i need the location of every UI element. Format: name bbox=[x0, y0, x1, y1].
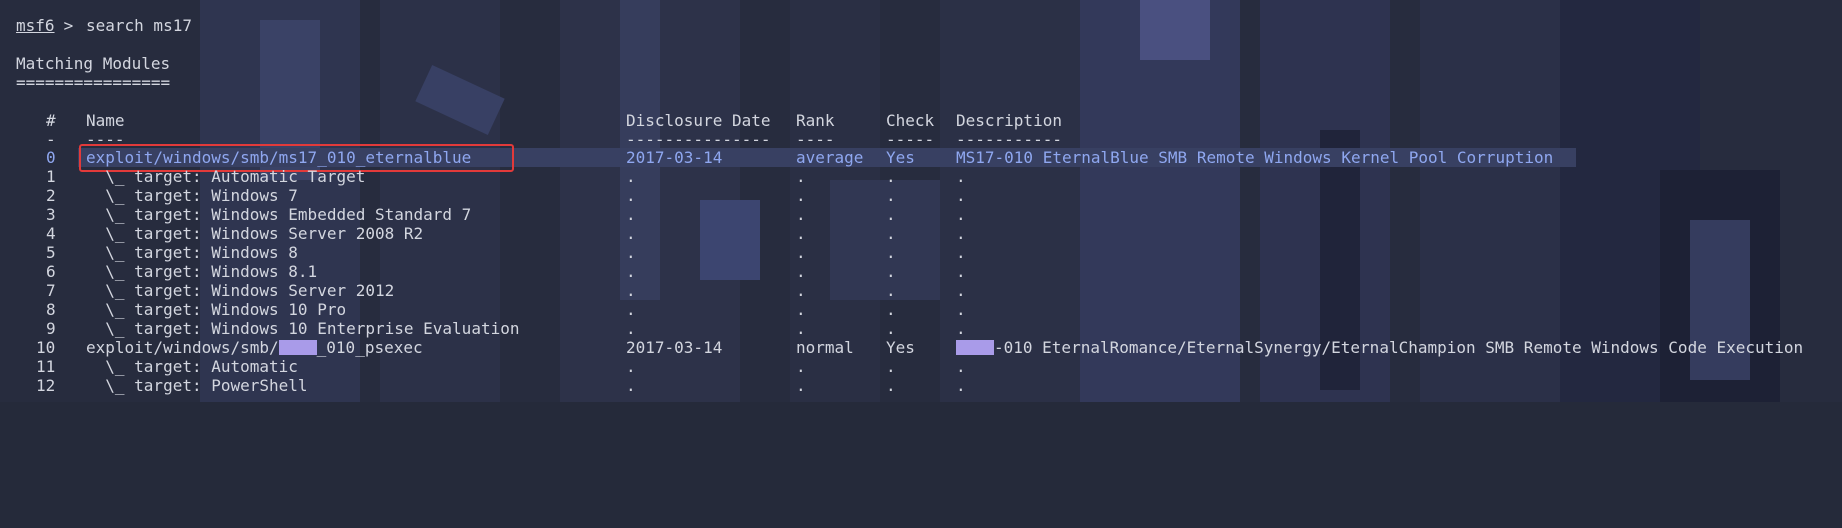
table-header: # Name Disclosure Date Rank Check Descri… bbox=[0, 111, 1062, 130]
header-check: Check bbox=[886, 111, 935, 130]
table-row[interactable]: 8 \_ target: Windows 10 Pro . . . . bbox=[0, 300, 966, 319]
table-row[interactable]: 12 \_ target: PowerShell . . . . bbox=[0, 376, 966, 395]
table-row[interactable]: 6 \_ target: Windows 8.1 . . . . bbox=[0, 262, 966, 281]
table-row[interactable]: 0 exploit/windows/smb/ms17_010_eternalbl… bbox=[0, 148, 1553, 167]
header-name: Name bbox=[86, 111, 125, 130]
table-row[interactable]: 4 \_ target: Windows Server 2008 R2 . . … bbox=[0, 224, 966, 243]
table-row[interactable]: 10 exploit/windows/smb/_010_psexec 2017-… bbox=[0, 338, 1803, 357]
prompt-command: search ms17 bbox=[86, 16, 192, 35]
header-date: Disclosure Date bbox=[626, 111, 771, 130]
table-row[interactable]: 9 \_ target: Windows 10 Enterprise Evalu… bbox=[0, 319, 966, 338]
redacted-block bbox=[956, 340, 994, 355]
section-rule: ================ bbox=[16, 73, 171, 92]
table-row[interactable]: 2 \_ target: Windows 7 . . . . bbox=[0, 186, 966, 205]
prompt-line: msf6 > search ms17 bbox=[0, 16, 192, 35]
header-description: Description bbox=[956, 111, 1062, 130]
header-num: # bbox=[46, 111, 56, 130]
header-rank: Rank bbox=[796, 111, 835, 130]
table-row[interactable]: 5 \_ target: Windows 8 . . . . bbox=[0, 243, 966, 262]
table-row[interactable]: 3 \_ target: Windows Embedded Standard 7… bbox=[0, 205, 966, 224]
terminal-output: msf6 > search ms17 Matching Modules ====… bbox=[0, 0, 1842, 402]
redacted-block bbox=[278, 340, 317, 355]
prompt-user: msf6 bbox=[16, 16, 55, 35]
table-row[interactable]: 11 \_ target: Automatic . . . . bbox=[0, 357, 966, 376]
module-name: exploit/windows/smb/_010_psexec bbox=[86, 338, 423, 357]
section-title: Matching Modules bbox=[16, 54, 171, 73]
prompt-symbol: > bbox=[54, 16, 83, 35]
table-row[interactable]: 1 \_ target: Automatic Target . . . . bbox=[0, 167, 966, 186]
table-header-rule: - ---- --------------- ---- ----- ------… bbox=[46, 130, 1062, 149]
table-row[interactable]: 7 \_ target: Windows Server 2012 . . . . bbox=[0, 281, 966, 300]
